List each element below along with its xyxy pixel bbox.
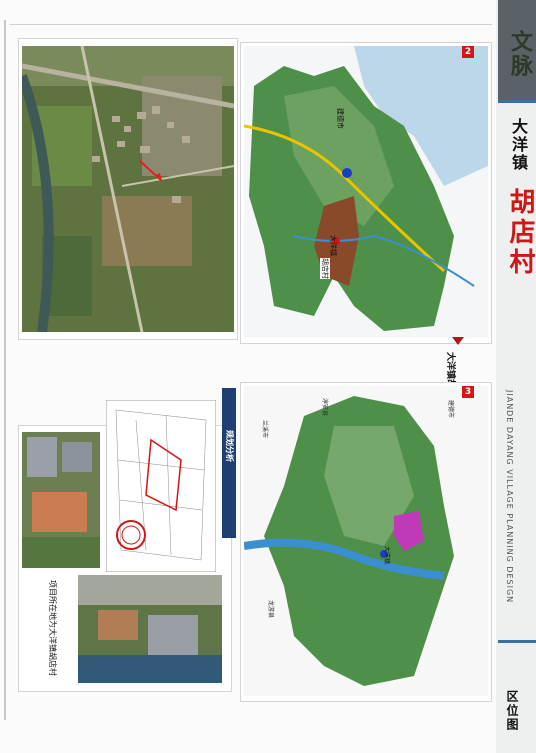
section-title: 区位图 (505, 690, 519, 732)
left-margin-rule (4, 20, 6, 720)
planning-label-chunan: 淳安县 (321, 398, 328, 417)
title-band-lower-rule (498, 640, 536, 643)
planning-label-jiande: 建德市 (447, 400, 454, 419)
title-band-rule (498, 100, 536, 103)
planning-label-river: 大洋镇 (383, 546, 390, 565)
planning-label-lanxi: 兰溪市 (261, 420, 268, 439)
planning-caption: 规划分析 (225, 430, 234, 462)
location-label-dayang: 大洋镇 (329, 235, 337, 256)
site-photo-2 (78, 575, 222, 683)
planning-map (244, 386, 488, 696)
planning-panel-number: 3 (462, 386, 474, 398)
town-name: 大洋镇 (509, 118, 528, 172)
planning-caption-bar (222, 388, 236, 538)
site-photo-1 (22, 432, 100, 568)
location-caption-marker (452, 337, 464, 345)
aerial-photo (22, 46, 234, 332)
cadastral-plan (106, 400, 216, 572)
top-margin-rule (10, 24, 492, 25)
series-label: 文脉 (507, 30, 533, 78)
subtitle-en: JIANDE DAYANG VILLAGE PLANNING DESIGN (505, 390, 514, 604)
page: 文脉 大洋镇 胡店村 JIANDE DAYANG VILLAGE PLANNIN… (0, 0, 536, 753)
location-panel-number: 2 (462, 46, 474, 58)
location-map (244, 46, 488, 338)
location-label-jiande: 建德市 (336, 108, 344, 129)
village-name: 胡店村 (505, 188, 535, 278)
photos-caption: 项目所在地为大洋镇胡店村 (48, 580, 57, 676)
planning-label-longyou: 龙游县 (267, 600, 274, 619)
location-label-hudian: 胡店村 (320, 258, 330, 279)
